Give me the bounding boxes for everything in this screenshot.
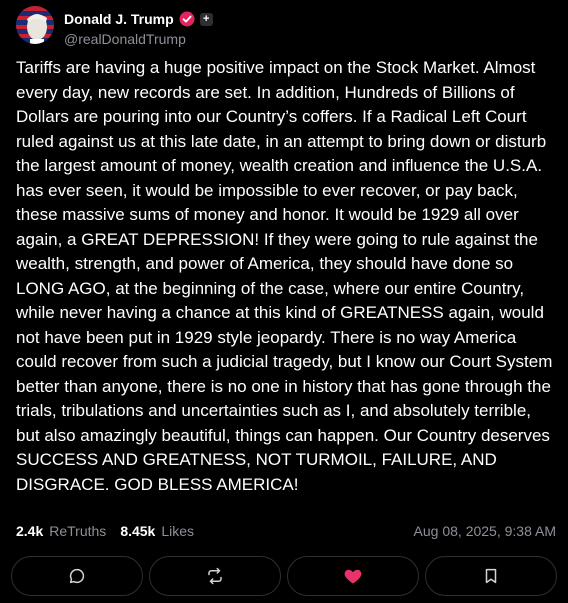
author-handle[interactable]: @realDonaldTrump [64,31,186,47]
retruths-label[interactable]: ReTruths [49,523,106,539]
post-card: Donald J. Trump + @realDonaldTrump Tarif… [0,0,568,603]
heart-icon [344,569,362,584]
author-display-name[interactable]: Donald J. Trump [64,11,174,27]
plus-badge-icon: + [199,12,213,26]
comment-icon [69,568,85,584]
post-timestamp[interactable]: Aug 08, 2025, 9:38 AM [414,523,556,539]
author-row: Donald J. Trump + [64,9,213,29]
likes-label[interactable]: Likes [161,523,194,539]
post-stats: 2.4k ReTruths 8.45k Likes [16,523,202,539]
avatar[interactable] [16,6,54,44]
retruth-icon [208,567,222,585]
retruth-button[interactable] [149,556,281,596]
post-text: Tariffs are having a huge positive impac… [16,58,553,494]
reply-button[interactable] [11,556,143,596]
action-bar [11,556,557,596]
likes-count[interactable]: 8.45k [120,523,155,539]
verified-badge-icon [179,11,195,27]
retruths-count[interactable]: 2.4k [16,523,43,539]
bookmark-icon [485,568,497,584]
like-button[interactable] [287,556,419,596]
bookmark-button[interactable] [425,556,557,596]
